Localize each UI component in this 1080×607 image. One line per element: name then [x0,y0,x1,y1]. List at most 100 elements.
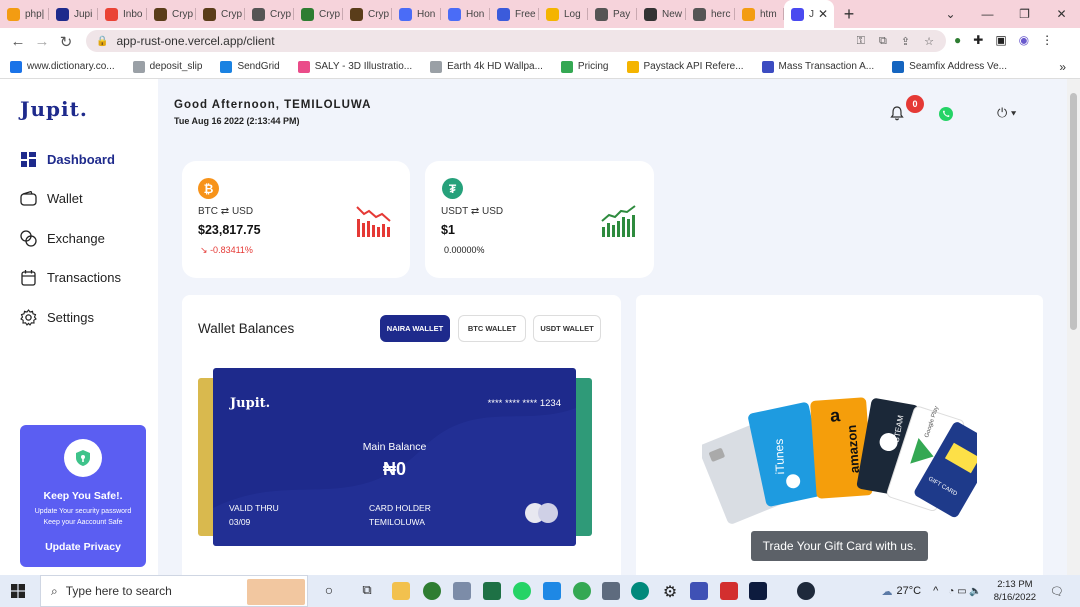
browser-tab[interactable]: Jupi [49,0,98,28]
sidebar-icon[interactable]: ▣ [995,33,1006,47]
url-field[interactable]: 🔒 app-rust-one.vercel.app/client ⚿ ⧉ ⇪ ☆ [86,30,946,52]
power-menu-icon[interactable]: ⏻ ▾ [997,105,1016,121]
tab-usdt-wallet[interactable]: USDT WALLET [533,315,601,342]
trade-gift-card-button[interactable]: Trade Your Gift Card with us. [751,531,928,561]
bookmark-item[interactable]: Paystack API Refere... [626,60,744,73]
clock[interactable]: 2:13 PM 8/16/2022 [994,578,1036,604]
bookmark-favicon-icon [10,60,22,73]
bookmark-item[interactable]: deposit_slip [132,60,202,73]
file-explorer-icon[interactable] [392,582,410,600]
search-placeholder: Type here to search [65,584,172,598]
browser-tab[interactable]: Cryp [343,0,392,28]
browser-tab[interactable]: Hon [392,0,441,28]
task-view-icon[interactable]: ⧉ [358,582,376,600]
page-scrollbar[interactable] [1067,79,1080,575]
bookmark-item[interactable]: Earth 4k HD Wallpa... [430,60,543,73]
weather-temp[interactable]: 27°C [897,585,922,597]
bookmark-label: Earth 4k HD Wallpa... [447,61,543,72]
browser-tab[interactable]: htm [735,0,784,28]
bookmark-item[interactable]: Seamfix Address Ve... [892,60,1007,73]
puzzle-icon[interactable]: ✚ [973,33,983,47]
settings-icon [20,309,37,326]
whatsapp-icon[interactable] [938,106,954,127]
key-icon[interactable]: ⚿ [857,35,865,48]
excel-icon[interactable] [483,582,501,600]
bookmark-label: www.dictionary.co... [27,61,115,72]
remote-desktop-icon[interactable] [690,582,708,600]
sidebar-item-wallet[interactable]: Wallet [20,190,83,207]
tab-search-icon[interactable]: ⌄ [932,7,969,21]
sidebar-item-transactions[interactable]: Transactions [20,269,121,286]
tab-naira-wallet[interactable]: NAIRA WALLET [380,315,450,342]
star-icon[interactable]: ☆ [924,35,934,48]
bookmark-item[interactable]: Mass Transaction A... [761,60,874,73]
bookmark-item[interactable]: SendGrid [220,60,280,73]
close-tab-icon[interactable]: ✕ [818,7,828,21]
tray-chevron-icon[interactable]: ^ [933,585,938,597]
calculator-icon[interactable] [602,582,620,600]
trend-down-icon: ↘ [200,245,208,255]
taskbar-search-input[interactable]: ⌕ Type here to search [40,575,308,607]
chrome-icon[interactable] [423,582,441,600]
extension-icon[interactable]: ● [954,33,961,47]
browser-tab[interactable]: Cryp [147,0,196,28]
browser-tab-bar: php| Jupi Inbo Cryp Cryp Cryp Cryp Cryp Hon Hon Fr… [0,0,1080,28]
browser-tab[interactable]: Log [539,0,588,28]
naira-wallet-card: Jupit. **** **** **** 1234 Main Balance … [213,368,576,546]
profile-avatar[interactable]: ◉ [1019,33,1029,47]
cortana-icon[interactable]: ○ [320,582,338,600]
bookmark-favicon-icon [132,60,145,73]
menu-icon[interactable]: ⋮ [1041,33,1053,47]
rate-change: ↘ -0.83411% [200,245,253,255]
chrome-profile-icon[interactable] [573,582,591,600]
edge-icon[interactable] [631,582,649,600]
minimize-button[interactable]: — [969,7,1006,21]
whatsapp-taskbar-icon[interactable] [513,582,531,600]
share-icon[interactable]: ⇪ [901,35,910,48]
update-privacy-button[interactable]: Update Privacy [20,541,146,553]
browser-tab[interactable]: Cryp [245,0,294,28]
browser-tab[interactable]: Inbo [98,0,147,28]
gear-icon[interactable]: ⚙ [661,582,679,601]
sidebar-item-label: Exchange [47,231,105,246]
browser-tab[interactable]: Free [490,0,539,28]
scrollbar-thumb[interactable] [1070,93,1077,330]
browser-tab[interactable]: herc [686,0,735,28]
browser-tab[interactable]: New [637,0,686,28]
tab-btc-wallet[interactable]: BTC WALLET [458,315,526,342]
browser-tab[interactable]: J ✕ [784,0,834,28]
bookmark-item[interactable]: SALY - 3D Illustratio... [297,60,412,73]
tab-label: Free [515,8,536,20]
browser-tab[interactable]: Cryp [294,0,343,28]
sidebar-item-dashboard[interactable]: Dashboard [20,151,115,168]
open-in-app-icon[interactable]: ⧉ [879,35,887,48]
wallet-balances-title: Wallet Balances [198,321,295,336]
help-icon[interactable] [797,582,815,600]
browser-tab[interactable]: Hon [441,0,490,28]
bookmark-item[interactable]: www.dictionary.co... [10,60,115,73]
notifications-icon[interactable]: 🗨 [1050,585,1064,598]
restore-button[interactable]: ❐ [1006,7,1043,21]
tab-favicon-icon [742,7,755,21]
reload-button[interactable]: ↻ [54,33,78,51]
sidebar-item-exchange[interactable]: Exchange [20,230,105,247]
sidebar-item-settings[interactable]: Settings [20,309,94,326]
tray-icons[interactable]: ◔ ▭ 🔈 [948,586,982,597]
browser-tab[interactable]: Cryp [196,0,245,28]
notification-bell-icon[interactable] [890,106,904,126]
close-window-button[interactable]: ✕ [1043,7,1080,21]
bookmark-item[interactable]: Pricing [560,60,609,73]
acrobat-icon[interactable] [720,582,738,600]
browser-tab[interactable]: Pay [588,0,637,28]
windows-start-icon[interactable] [11,584,25,603]
vscode-icon[interactable] [543,582,561,600]
forward-button[interactable]: → [30,33,54,50]
photoshop-icon[interactable] [749,582,767,600]
more-bookmarks-icon[interactable]: » [1059,60,1066,74]
back-button[interactable]: ← [6,33,30,50]
app-icon[interactable] [453,582,471,600]
new-tab-button[interactable]: + [834,4,864,25]
card-holder-label: CARD HOLDER [369,503,431,513]
window-controls: ⌄ — ❐ ✕ [932,0,1080,28]
browser-tab[interactable]: php| [0,0,49,28]
